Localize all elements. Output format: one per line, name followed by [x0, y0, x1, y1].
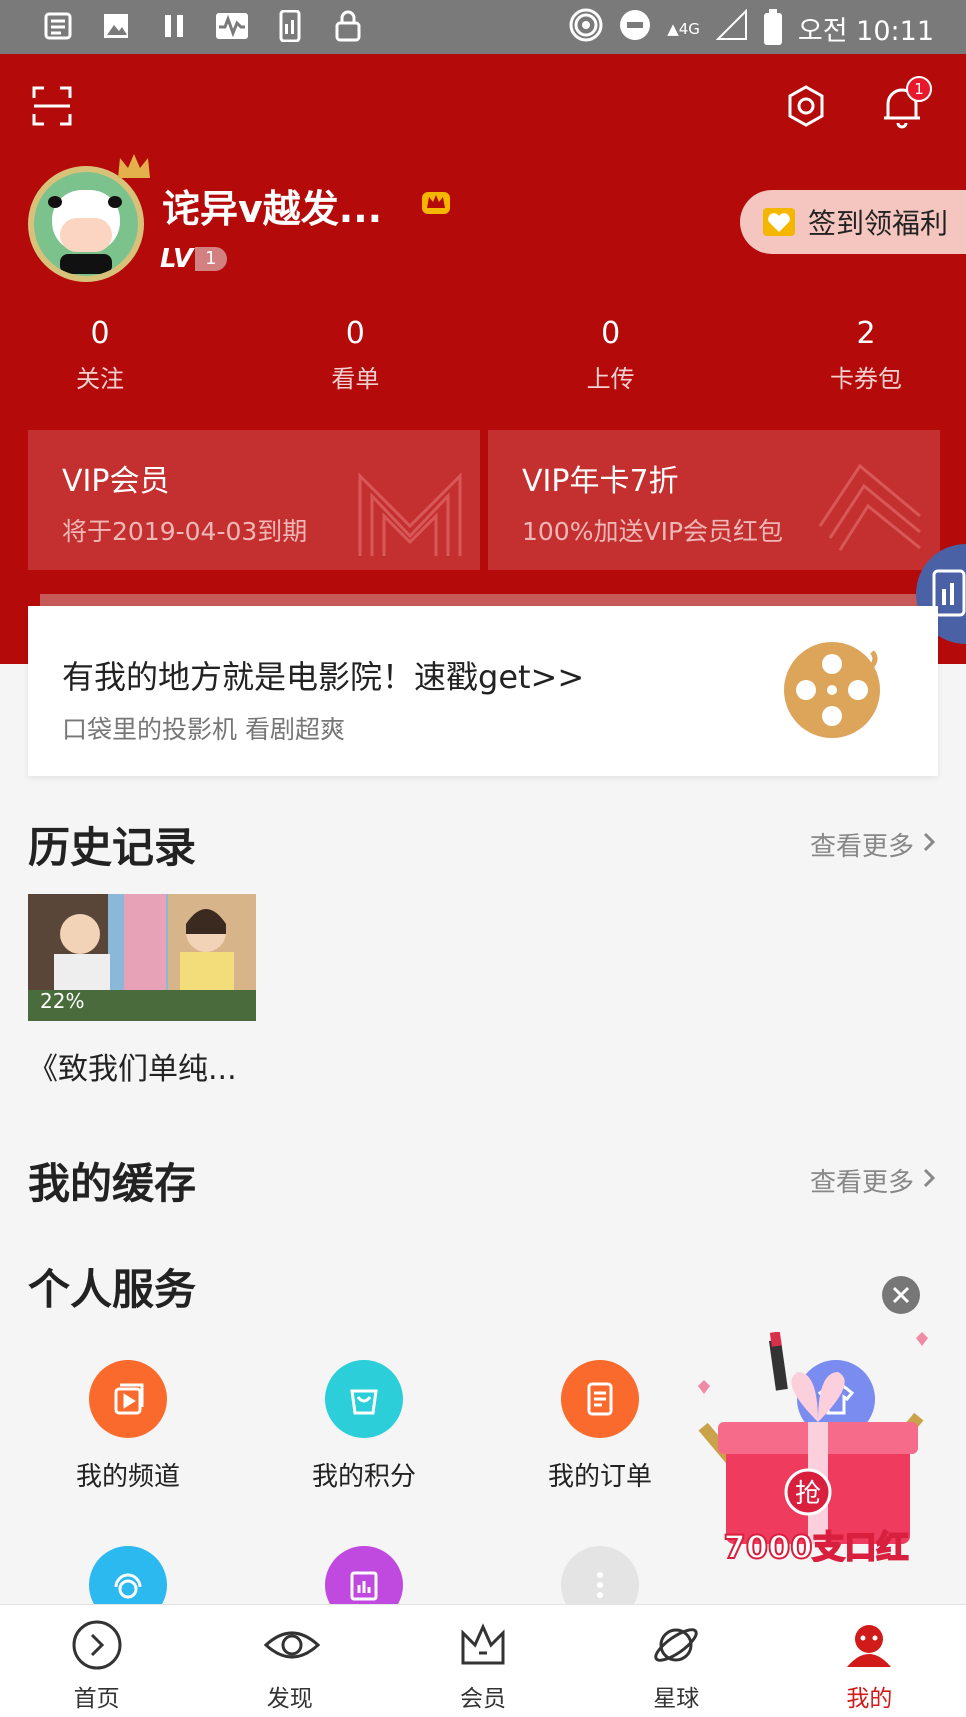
notification-badge: 1: [906, 76, 932, 102]
cache-title: 我的缓存: [28, 1159, 197, 1208]
settings-icon[interactable]: [784, 84, 828, 128]
nav-vip[interactable]: 会员: [386, 1605, 579, 1717]
avatar[interactable]: [28, 166, 144, 282]
history-thumbnail[interactable]: 22%: [28, 894, 256, 1021]
crown-icon: [457, 1619, 509, 1671]
stat-following[interactable]: 0 关注: [40, 316, 160, 394]
lock-icon: [330, 8, 366, 44]
planet-icon: [650, 1619, 702, 1671]
profile-header: 1 诧异v越发... LV 1 签到领福利 0 关注 0 看单 0 上传 2 卡…: [0, 54, 966, 664]
bag-icon: [325, 1360, 403, 1438]
nav-discover[interactable]: 发现: [193, 1605, 386, 1717]
heart-crown-icon: [762, 206, 796, 238]
history-more-link[interactable]: 查看更多: [810, 826, 936, 863]
nav-planet[interactable]: 星球: [580, 1605, 773, 1717]
promo-subtitle: 口袋里的投影机 看剧超爽: [62, 715, 345, 744]
vip-crown-icon: [420, 188, 452, 216]
do-not-disturb-icon: [619, 9, 651, 48]
image-icon: [98, 8, 134, 44]
scan-icon[interactable]: [32, 86, 72, 126]
chevron-right-icon: [922, 830, 936, 860]
history-title: 历史记录: [28, 823, 197, 872]
phone-chart-icon: [272, 8, 308, 44]
bottom-navigation: 首页 发现 会员 星球 我的: [0, 1604, 966, 1717]
notes-icon: [40, 8, 76, 44]
film-reel-icon: [782, 640, 882, 740]
pause-icon: [156, 8, 192, 44]
level-badge: LV 1: [160, 244, 227, 274]
vip-annual-card[interactable]: VIP年卡7折 100%加送VIP会员红包: [488, 430, 940, 570]
cache-more-link[interactable]: 查看更多: [810, 1162, 936, 1199]
username[interactable]: 诧异v越发...: [162, 178, 382, 233]
signin-label: 签到领福利: [808, 207, 949, 240]
signal-icon: [715, 8, 748, 48]
history-progress: 22%: [40, 989, 85, 1013]
projector-promo-card[interactable]: 有我的地方就是电影院！速戳get>> 口袋里的投影机 看剧超爽: [28, 606, 938, 776]
services-title: 个人服务: [28, 1265, 197, 1314]
service-my-orders[interactable]: 我的订单: [500, 1360, 700, 1493]
hotspot-icon: [569, 8, 603, 49]
activity-icon: [214, 8, 250, 44]
vip-membership-card[interactable]: VIP会员 将于2019-04-03到期: [28, 430, 480, 570]
nav-home[interactable]: 首页: [0, 1605, 193, 1717]
svg-text:抢: 抢: [795, 1479, 821, 1509]
service-my-points[interactable]: 我的积分: [264, 1360, 464, 1493]
signin-button[interactable]: 签到领福利: [740, 190, 966, 254]
eye-icon: [263, 1619, 321, 1671]
stats-row: 0 关注 0 看单 0 上传 2 卡券包: [0, 316, 966, 394]
chevron-right-icon: [922, 1166, 936, 1196]
service-my-channel[interactable]: 我的频道: [28, 1360, 228, 1493]
crown-icon: [116, 152, 152, 182]
order-icon: [561, 1360, 639, 1438]
stat-watchlist[interactable]: 0 看单: [295, 316, 415, 394]
notification-bell-icon[interactable]: 1: [880, 76, 932, 130]
stat-coupons[interactable]: 2 卡券包: [806, 316, 926, 394]
nav-me[interactable]: 我的: [773, 1605, 966, 1717]
status-bar: ▲4G 오전 10:11: [0, 0, 966, 54]
promo-title: 有我的地方就是电影院！速戳get>>: [62, 658, 585, 696]
history-item-title[interactable]: 《致我们单纯...: [28, 1044, 237, 1088]
vip-pattern-icon: [810, 446, 930, 560]
svg-text:7000支口红: 7000支口红: [723, 1528, 908, 1562]
close-ad-icon[interactable]: [882, 1276, 920, 1314]
vip-pattern-icon: [350, 446, 470, 560]
channel-icon: [89, 1360, 167, 1438]
signal-4g-icon: ▲4G: [667, 19, 700, 38]
clock: 오전 10:11: [797, 16, 934, 47]
lipstick-gift-ad[interactable]: 抢 7000支口红: [690, 1331, 940, 1567]
battery-icon: [763, 8, 782, 45]
stat-uploads[interactable]: 0 上传: [551, 316, 671, 394]
profile-icon: [843, 1619, 895, 1671]
home-play-icon: [71, 1619, 123, 1671]
